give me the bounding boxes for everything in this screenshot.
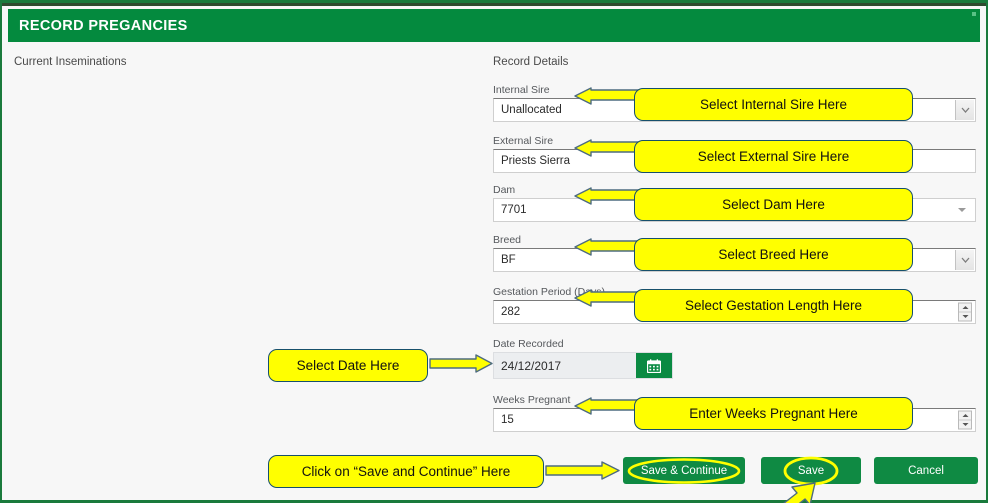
callout-text: Click on “Save and Continue” Here xyxy=(301,464,511,479)
dam-value: 7701 xyxy=(501,204,527,216)
breed-value: BF xyxy=(501,254,516,266)
annotation-arrow-date xyxy=(428,350,496,380)
callout-select-date: Select Date Here xyxy=(268,349,428,382)
date-recorded-value: 24/12/2017 xyxy=(501,358,562,373)
callout-select-breed: Select Breed Here xyxy=(634,238,913,271)
callout-select-dam: Select Dam Here xyxy=(634,188,913,221)
save-button[interactable]: Save xyxy=(761,457,861,484)
callout-select-gestation-length: Select Gestation Length Here xyxy=(634,289,913,322)
gestation-period-value: 282 xyxy=(501,306,521,318)
annotation-arrow-dam xyxy=(573,187,643,214)
annotation-arrow-breed xyxy=(573,238,643,265)
form-surface: Current Inseminations Record Details Int… xyxy=(4,44,984,503)
annotation-arrow-weeks-pregnant xyxy=(573,397,643,424)
spinner-icon[interactable] xyxy=(958,410,972,430)
application-window: RECORD PREGANCIES Current Inseminations … xyxy=(0,0,988,503)
annotation-arrow-external-sire xyxy=(573,139,643,166)
chevron-down-icon[interactable] xyxy=(955,250,974,270)
callout-text: Select Breed Here xyxy=(718,247,829,262)
field-date-recorded: Date Recorded 24/12/2017 xyxy=(493,338,673,379)
callout-select-internal-sire: Select Internal Sire Here xyxy=(634,88,913,121)
callout-select-external-sire: Select External Sire Here xyxy=(634,140,913,173)
save-button-label: Save xyxy=(797,464,825,477)
callout-click-save-and-continue: Click on “Save and Continue” Here xyxy=(268,455,544,488)
save-and-continue-button-label: Save & Continue xyxy=(640,464,728,477)
annotation-arrow-gestation xyxy=(573,289,643,316)
spinner-up-icon[interactable] xyxy=(959,412,971,420)
cancel-button-label: Cancel xyxy=(908,464,944,477)
callout-text: Select Dam Here xyxy=(722,197,825,212)
weeks-pregnant-value: 15 xyxy=(501,414,514,426)
page-title: RECORD PREGANCIES xyxy=(19,17,188,34)
spinner-down-icon[interactable] xyxy=(959,419,971,429)
spinner-up-icon[interactable] xyxy=(959,304,971,312)
calendar-icon[interactable] xyxy=(636,353,672,378)
callout-enter-weeks-pregnant: Enter Weeks Pregnant Here xyxy=(634,397,913,430)
window-title-bar: RECORD PREGANCIES xyxy=(8,9,980,42)
callout-text: Select External Sire Here xyxy=(697,149,850,164)
spinner-down-icon[interactable] xyxy=(959,311,971,321)
callout-text: Select Internal Sire Here xyxy=(699,97,848,112)
date-recorded-input[interactable]: 24/12/2017 xyxy=(493,352,673,379)
field-label-date-recorded: Date Recorded xyxy=(493,338,564,350)
callout-text: Enter Weeks Pregnant Here xyxy=(689,406,858,421)
chevron-down-icon[interactable] xyxy=(955,100,974,120)
callout-text: Select Date Here xyxy=(296,358,400,373)
annotation-arrow-internal-sire xyxy=(573,87,643,114)
save-and-continue-button[interactable]: Save & Continue xyxy=(623,457,745,484)
cancel-button[interactable]: Cancel xyxy=(874,457,978,484)
annotation-arrow-save-continue xyxy=(544,457,624,487)
record-details-label: Record Details xyxy=(493,56,569,68)
titlebar-marker-icon xyxy=(972,12,976,16)
callout-text: Select Gestation Length Here xyxy=(684,298,863,313)
current-inseminations-label: Current Inseminations xyxy=(14,56,127,68)
caret-down-icon[interactable] xyxy=(958,208,966,212)
internal-sire-value: Unallocated xyxy=(501,104,562,116)
spinner-icon[interactable] xyxy=(958,302,972,322)
external-sire-value: Priests Sierra xyxy=(501,155,571,167)
